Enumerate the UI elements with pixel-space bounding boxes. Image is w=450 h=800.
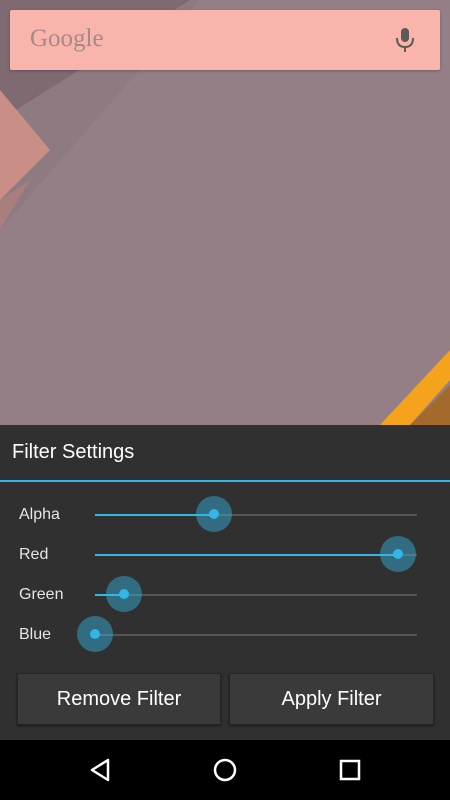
alpha-slider-row: Alpha bbox=[0, 495, 450, 535]
google-logo: Google bbox=[30, 25, 104, 52]
microphone-icon[interactable] bbox=[392, 26, 418, 54]
back-icon[interactable] bbox=[80, 750, 120, 790]
blue-slider-row: Blue bbox=[0, 615, 450, 655]
red-label: Red bbox=[19, 546, 49, 563]
dialog-title: Filter Settings bbox=[12, 441, 135, 463]
blue-slider[interactable] bbox=[77, 616, 417, 652]
alpha-slider[interactable] bbox=[95, 496, 417, 532]
red-slider[interactable] bbox=[95, 536, 417, 572]
remove-filter-button[interactable]: Remove Filter bbox=[17, 673, 221, 725]
blue-label: Blue bbox=[19, 626, 52, 643]
title-divider bbox=[0, 480, 450, 482]
apply-filter-button[interactable]: Apply Filter bbox=[229, 673, 434, 725]
red-slider-thumb[interactable] bbox=[379, 536, 416, 572]
green-slider[interactable] bbox=[95, 576, 417, 612]
navigation-bar bbox=[0, 740, 450, 800]
red-slider-row: Red bbox=[0, 535, 450, 575]
red-slider-fill bbox=[95, 554, 398, 556]
alpha-slider-thumb[interactable] bbox=[196, 496, 233, 532]
filter-settings-dialog: Filter Settings Alpha Red Green Blue Rem… bbox=[0, 425, 450, 740]
green-slider-row: Green bbox=[0, 575, 450, 615]
home-icon[interactable] bbox=[205, 750, 245, 790]
google-search-bar[interactable]: Google bbox=[10, 10, 440, 70]
alpha-label: Alpha bbox=[19, 506, 60, 523]
blue-slider-thumb[interactable] bbox=[77, 616, 113, 652]
green-label: Green bbox=[19, 586, 64, 603]
green-slider-thumb[interactable] bbox=[105, 576, 142, 612]
recents-icon[interactable] bbox=[330, 750, 370, 790]
